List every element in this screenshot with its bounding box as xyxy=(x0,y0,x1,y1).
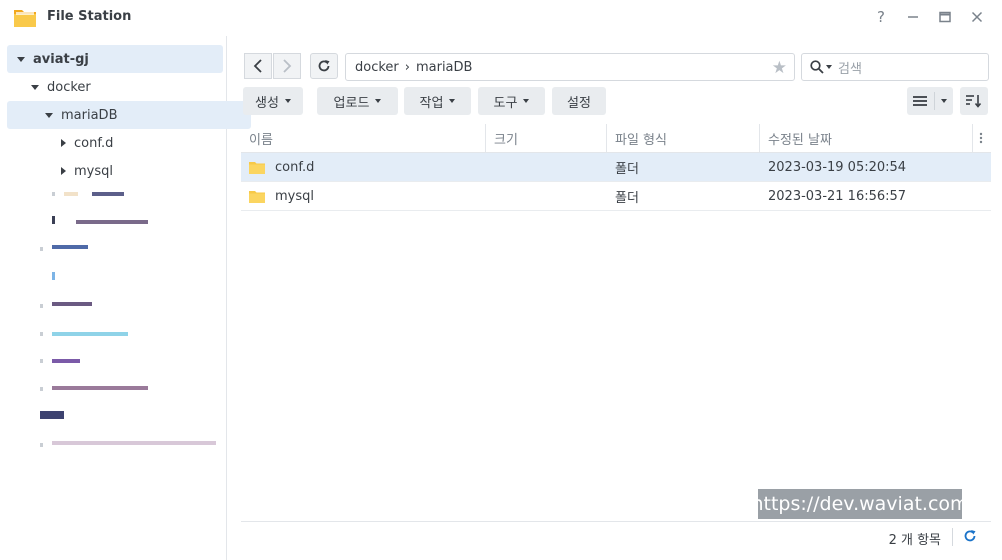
tree-item-docker[interactable]: docker xyxy=(7,73,237,101)
dropdown-icon xyxy=(449,99,456,103)
expand-icon[interactable] xyxy=(17,56,25,62)
status-bar: 2 개 항목 xyxy=(241,521,991,552)
create-button[interactable]: 생성 xyxy=(243,87,303,115)
watermark: https://dev.waviat.com xyxy=(751,489,969,519)
sort-button[interactable] xyxy=(960,87,988,115)
file-name-cell: conf.d xyxy=(249,153,314,181)
upload-label: 업로드 xyxy=(333,95,370,111)
back-button[interactable] xyxy=(244,53,272,79)
search-options-icon[interactable] xyxy=(826,65,832,69)
title-bar: File Station ? xyxy=(0,0,1002,36)
file-name-cell: mysql xyxy=(249,182,314,210)
file-type: 폴더 xyxy=(615,161,639,177)
search-icon xyxy=(810,60,824,74)
dropdown-icon xyxy=(375,99,382,103)
refresh-status-button[interactable] xyxy=(963,529,979,545)
settings-button[interactable]: 설정 xyxy=(552,87,606,115)
close-icon xyxy=(971,11,983,23)
table-row[interactable]: mysql 폴더 2023-03-21 16:56:57 xyxy=(241,182,991,211)
action-label: 작업 xyxy=(419,95,444,111)
collapse-icon[interactable] xyxy=(61,139,66,147)
tree-label: aviat-gj xyxy=(33,51,89,67)
list-view-icon xyxy=(913,96,927,106)
path-segment[interactable]: mariaDB xyxy=(416,60,472,75)
forward-button[interactable] xyxy=(273,53,301,79)
column-modified[interactable]: 수정된 날짜 xyxy=(760,124,973,152)
search-input[interactable]: 검색 xyxy=(838,58,862,77)
search-box[interactable]: 검색 xyxy=(801,53,989,81)
upload-button[interactable]: 업로드 xyxy=(317,87,398,115)
file-station-icon xyxy=(14,10,36,27)
help-icon[interactable]: ? xyxy=(871,7,891,27)
expand-icon[interactable] xyxy=(31,84,39,90)
tools-button[interactable]: 도구 xyxy=(478,87,545,115)
maximize-button[interactable] xyxy=(935,7,955,27)
view-mode-button[interactable] xyxy=(907,87,953,115)
dropdown-icon xyxy=(523,99,530,103)
file-name: mysql xyxy=(275,188,314,204)
tools-label: 도구 xyxy=(493,95,518,111)
refresh-icon xyxy=(964,530,976,542)
column-menu-icon[interactable] xyxy=(973,124,991,152)
chevron-left-icon xyxy=(253,59,262,73)
tree-item-mariadb[interactable]: mariaDB xyxy=(7,101,251,129)
chevron-right-icon xyxy=(283,59,292,73)
star-icon[interactable]: ★ xyxy=(772,58,787,78)
column-name[interactable]: 이름 xyxy=(241,124,486,152)
window-title: File Station xyxy=(47,9,132,24)
path-segment[interactable]: docker xyxy=(355,60,399,75)
folder-icon xyxy=(249,161,265,174)
dropdown-icon xyxy=(284,99,291,103)
maximize-icon xyxy=(939,11,951,23)
file-modified: 2023-03-21 16:56:57 xyxy=(768,188,907,204)
refresh-button[interactable] xyxy=(310,53,338,79)
minimize-button[interactable] xyxy=(903,7,923,27)
folder-tree: aviat-gj docker mariaDB conf.d mysql xyxy=(0,36,251,560)
tree-label: conf.d xyxy=(74,135,114,151)
close-button[interactable] xyxy=(967,7,987,27)
path-bar[interactable]: docker › mariaDB ★ xyxy=(345,53,795,81)
tree-label: mariaDB xyxy=(61,107,118,123)
create-label: 생성 xyxy=(255,95,279,111)
settings-label: 설정 xyxy=(567,95,591,111)
main-panel: docker › mariaDB ★ 검색 생성 업로드 작업 도구 설정 이름… xyxy=(227,36,1002,560)
column-type[interactable]: 파일 형식 xyxy=(607,124,760,152)
path-separator: › xyxy=(404,59,410,75)
tree-label: docker xyxy=(47,79,91,95)
tree-label: mysql xyxy=(74,163,113,179)
folder-icon xyxy=(249,190,265,203)
table-row[interactable]: conf.d 폴더 2023-03-19 05:20:54 xyxy=(241,153,991,182)
minimize-icon xyxy=(908,16,918,18)
file-modified: 2023-03-19 05:20:54 xyxy=(768,159,907,175)
column-size[interactable]: 크기 xyxy=(486,124,607,152)
file-type: 폴더 xyxy=(615,190,639,206)
collapse-icon[interactable] xyxy=(61,167,66,175)
table-header: 이름 크기 파일 형식 수정된 날짜 xyxy=(241,124,991,153)
item-count: 2 개 항목 xyxy=(888,533,941,548)
action-button[interactable]: 작업 xyxy=(404,87,471,115)
sort-icon xyxy=(966,95,982,108)
tree-item-root[interactable]: aviat-gj xyxy=(7,45,223,73)
expand-icon[interactable] xyxy=(45,112,53,118)
refresh-icon xyxy=(318,60,330,72)
dropdown-icon xyxy=(941,99,947,103)
file-name: conf.d xyxy=(275,159,315,175)
more-vertical-icon xyxy=(979,132,983,144)
